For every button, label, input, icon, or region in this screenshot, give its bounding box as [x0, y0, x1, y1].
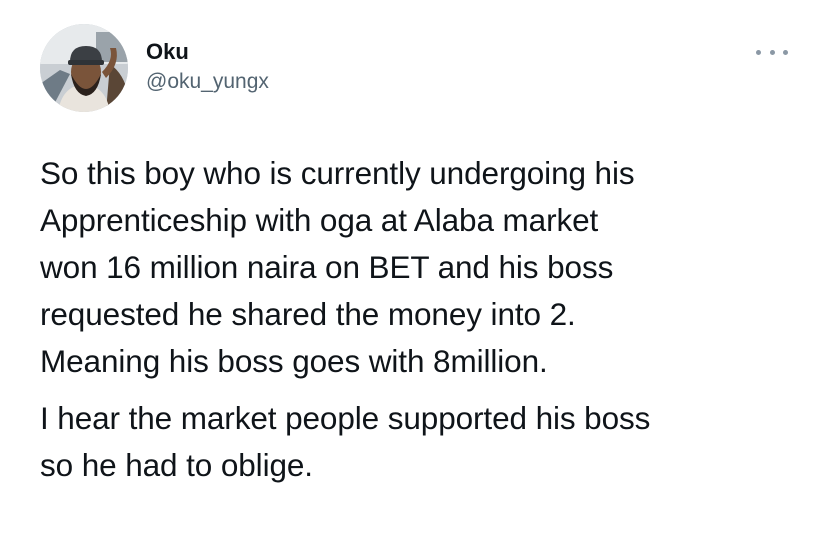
tweet-paragraph-2: I hear the market people supported his b…: [40, 395, 800, 489]
tweet-line: So this boy who is currently undergoing …: [40, 155, 635, 191]
more-options-button[interactable]: [756, 44, 788, 60]
author-names: Oku @oku_yungx: [146, 38, 269, 96]
display-name[interactable]: Oku: [146, 38, 269, 66]
tweet-paragraph-1: So this boy who is currently undergoing …: [40, 150, 800, 385]
tweet-line: won 16 million naira on BET and his boss: [40, 249, 614, 285]
tweet-card: Oku @oku_yungx So this boy who is curren…: [0, 0, 828, 534]
tweet-line: requested he shared the money into 2.: [40, 296, 576, 332]
avatar[interactable]: [40, 24, 128, 112]
profile-photo-icon: [40, 24, 128, 112]
more-options-icon-dot: [783, 49, 788, 55]
tweet-line: Meaning his boss goes with 8million.: [40, 343, 548, 379]
tweet-text: So this boy who is currently undergoing …: [40, 150, 800, 489]
tweet-line: so he had to oblige.: [40, 447, 313, 483]
user-handle[interactable]: @oku_yungx: [146, 68, 269, 96]
tweet-line: I hear the market people supported his b…: [40, 400, 651, 436]
more-options-icon-dot: [769, 49, 775, 55]
tweet-line: Apprenticeship with oga at Alaba market: [40, 202, 599, 238]
more-options-icon: [756, 49, 761, 55]
